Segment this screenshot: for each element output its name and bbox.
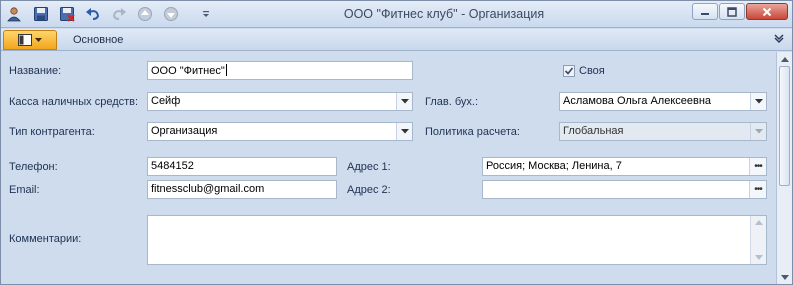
chevron-down-icon[interactable] [396,93,412,110]
chevron-down-icon[interactable] [750,93,766,110]
phone-label: Телефон: [9,161,58,173]
payment-policy-select[interactable]: Глобальная [559,122,767,141]
chevron-down-icon [750,123,766,140]
name-input[interactable]: ООО "Фитнес" [147,61,413,80]
scroll-up-icon[interactable] [755,220,763,225]
phone-input[interactable]: 5484152 [147,157,337,176]
title-bar: ООО "Фитнес клуб" - Организация [1,1,792,28]
comments-textarea[interactable] [147,215,767,265]
chevron-down-icon [35,37,42,42]
contractor-type-label: Тип контрагента: [9,126,95,138]
name-label: Название: [9,65,62,77]
scroll-up-icon[interactable] [780,54,790,64]
own-label: Своя [579,65,605,77]
chevron-down-icon[interactable] [396,123,412,140]
maximize-button[interactable] [719,3,745,20]
app-menu-button[interactable] [3,30,57,50]
window-controls [691,3,788,20]
organization-window: ООО "Фитнес клуб" - Организация Основное… [0,0,793,285]
email-label: Email: [9,184,40,196]
ellipsis-button[interactable]: ••• [749,181,766,198]
comments-scrollbar[interactable] [750,216,766,264]
close-button[interactable] [746,3,788,20]
scroll-down-icon[interactable] [780,272,790,282]
address1-label: Адрес 1: [347,161,391,173]
cash-select[interactable]: Сейф [147,92,413,111]
cash-label: Касса наличных средств: [9,96,139,108]
address1-input[interactable]: Россия; Москва; Ленина, 7 ••• [482,157,767,176]
address2-input[interactable]: ••• [482,180,767,199]
ribbon-tab-strip: Основное [1,29,792,51]
tab-main[interactable]: Основное [73,34,123,46]
email-input[interactable]: fitnessclub@gmail.com [147,180,337,199]
window-title: ООО "Фитнес клуб" - Организация [343,7,545,21]
scrollbar-thumb[interactable] [779,66,790,186]
comments-label: Комментарии: [9,233,82,245]
address2-label: Адрес 2: [347,184,391,196]
ellipsis-button[interactable]: ••• [749,158,766,175]
payment-policy-label: Политика расчета: [425,126,520,138]
panel-icon [18,34,32,46]
organization-form: Название: ООО "Фитнес" Своя Касса наличн… [1,52,776,284]
contractor-type-select[interactable]: Организация [147,122,413,141]
minimize-button[interactable] [692,3,718,20]
chief-accountant-label: Глав. бух.: [425,96,479,108]
chief-accountant-select[interactable]: Асламова Ольга Алексеевна [559,92,767,111]
checkmark-icon [564,67,574,75]
own-checkbox[interactable] [563,65,575,77]
scroll-down-icon[interactable] [755,255,763,260]
ribbon-collapse-icon[interactable] [774,33,784,46]
main-scrollbar[interactable] [776,52,792,284]
